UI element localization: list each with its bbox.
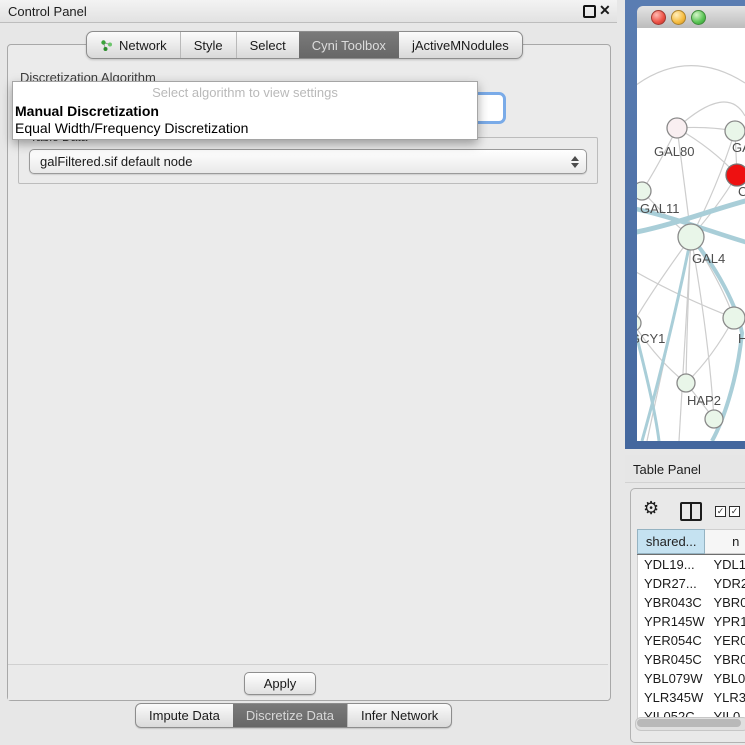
- dropdown-option-manual[interactable]: Manual Discretization: [13, 103, 477, 120]
- table-row[interactable]: YER054CYER0: [638, 631, 745, 650]
- node-hap2[interactable]: [677, 374, 695, 392]
- network-window-titlebar[interactable]: [637, 6, 745, 29]
- node-label: H: [738, 331, 745, 346]
- node-h[interactable]: [723, 307, 745, 329]
- table-data-combo-value: galFiltered.sif default node: [30, 154, 586, 169]
- node-label: GA: [732, 140, 745, 155]
- checkbox-icon[interactable]: ✓: [715, 506, 726, 517]
- split-column-icon[interactable]: [680, 502, 702, 521]
- control-panel-title: Control Panel: [8, 4, 87, 19]
- node-red[interactable]: [726, 164, 745, 186]
- tab-discretize-data[interactable]: Discretize Data: [233, 704, 347, 727]
- scrollbar-thumb[interactable]: [637, 719, 741, 727]
- control-panel-titlebar: Control Panel ✕: [0, 0, 617, 23]
- table-data-combo[interactable]: galFiltered.sif default node: [29, 149, 587, 174]
- table-row[interactable]: YBL079WYBL0: [638, 669, 745, 688]
- network-canvas[interactable]: GAL80 GA C GAL11 GAL4 GCY1 H HAP2: [637, 28, 745, 441]
- tab-infer-network[interactable]: Infer Network: [347, 704, 451, 727]
- node-label: C: [738, 184, 745, 199]
- tab-impute-data[interactable]: Impute Data: [136, 704, 233, 727]
- column-header-shared-name[interactable]: shared...: [637, 529, 705, 554]
- network-view-window: GAL80 GA C GAL11 GAL4 GCY1 H HAP2: [625, 0, 745, 449]
- close-traffic-light-icon[interactable]: [651, 10, 666, 25]
- tab-select[interactable]: Select: [236, 32, 299, 58]
- combo-spinner-icon: [571, 156, 579, 168]
- apply-button[interactable]: Apply: [244, 672, 316, 695]
- close-icon[interactable]: ✕: [599, 2, 611, 19]
- cyni-bottom-tabbar: Impute Data Discretize Data Infer Networ…: [135, 703, 452, 728]
- zoom-traffic-light-icon[interactable]: [691, 10, 706, 25]
- gear-icon[interactable]: ⚙: [643, 498, 659, 519]
- network-icon: [100, 39, 113, 52]
- table-header-row: shared... n: [637, 529, 745, 555]
- node-label: HAP2: [687, 393, 721, 408]
- tab-network[interactable]: Network: [87, 32, 180, 58]
- tab-style[interactable]: Style: [180, 32, 236, 58]
- algorithm-dropdown-popup: Select algorithm to view settings Manual…: [12, 81, 478, 140]
- node-label: GAL11: [640, 201, 680, 216]
- apply-bar: Apply: [8, 664, 608, 700]
- table-data-group: Table Data galFiltered.sif default node: [18, 137, 598, 184]
- table-panel-title: Table Panel: [633, 462, 701, 477]
- dropdown-prompt-item[interactable]: Select algorithm to view settings: [13, 82, 477, 103]
- table-panel-body: ⚙ ✓ ✓ shared... n YDL19...YDL1 YDR27...Y…: [630, 488, 745, 743]
- application-window: Control Panel ✕ Network Style Select Cyn…: [0, 0, 745, 745]
- network-nodes: [637, 118, 745, 428]
- node-gal4[interactable]: [678, 224, 704, 250]
- dropdown-option-equal-width[interactable]: Equal Width/Frequency Discretization: [13, 120, 477, 137]
- float-window-icon[interactable]: [583, 5, 596, 18]
- tab-label: Network: [119, 38, 167, 53]
- table-row[interactable]: YBR045CYBR0: [638, 650, 745, 669]
- node-table: shared... n YDL19...YDL1 YDR27...YDR2 YB…: [637, 529, 745, 726]
- node-label: GAL4: [692, 251, 725, 266]
- tab-jactivemnodules[interactable]: jActiveMNodules: [399, 32, 522, 58]
- table-row[interactable]: YDR27...YDR2: [638, 574, 745, 593]
- node-gcy1[interactable]: [637, 315, 641, 331]
- checkbox-icon[interactable]: ✓: [729, 506, 740, 517]
- column-header-name[interactable]: n: [705, 529, 745, 554]
- node-bottom[interactable]: [705, 410, 723, 428]
- control-panel-tabbar: Network Style Select Cyni Toolbox jActiv…: [86, 31, 523, 59]
- node-top-right[interactable]: [725, 121, 745, 141]
- tab-cyni-toolbox[interactable]: Cyni Toolbox: [299, 32, 399, 58]
- table-panel-titlebar: Table Panel: [625, 455, 745, 483]
- node-label: GAL80: [654, 144, 694, 159]
- table-rows: YDL19...YDL1 YDR27...YDR2 YBR043CYBR0 YP…: [637, 555, 745, 726]
- table-row[interactable]: YPR145WYPR1: [638, 612, 745, 631]
- table-horizontal-scrollbar[interactable]: [635, 717, 745, 731]
- node-label: GCY1: [637, 331, 665, 346]
- table-row[interactable]: YLR345WYLR3: [638, 688, 745, 707]
- table-row[interactable]: YBR043CYBR0: [638, 593, 745, 612]
- minimize-traffic-light-icon[interactable]: [671, 10, 686, 25]
- network-graph: GAL80 GA C GAL11 GAL4 GCY1 H HAP2: [637, 28, 745, 441]
- node-gal11[interactable]: [637, 182, 651, 200]
- node-gal80[interactable]: [667, 118, 687, 138]
- table-row[interactable]: YDL19...YDL1: [638, 555, 745, 574]
